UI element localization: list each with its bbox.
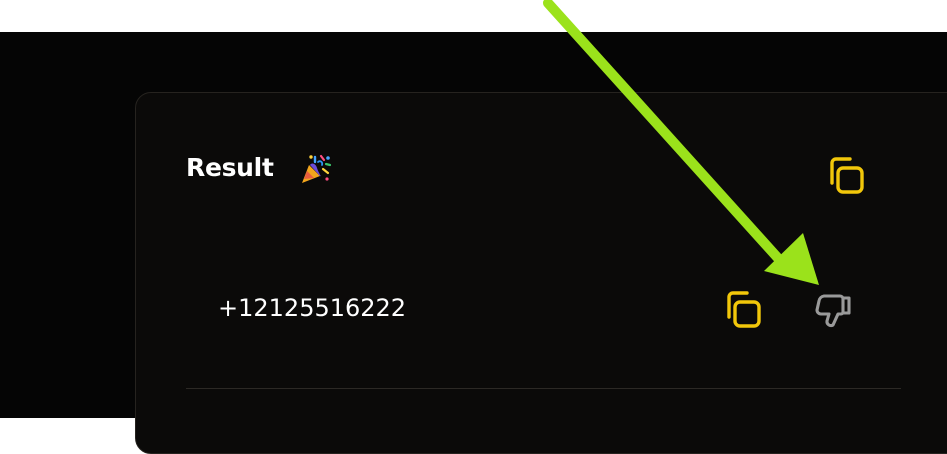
thumbs-down-button[interactable]	[808, 286, 858, 336]
copy-result-button[interactable]	[819, 152, 869, 202]
copy-icon	[830, 157, 864, 194]
result-card: Result +12125516222	[135, 92, 947, 454]
copy-phone-number-button[interactable]	[716, 286, 766, 336]
party-popper-icon	[302, 154, 332, 183]
top-white-strip	[0, 0, 947, 32]
thumbs-down-icon	[815, 294, 851, 328]
copy-icon	[727, 291, 761, 328]
phone-number-value: +12125516222	[218, 294, 407, 322]
result-row: +12125516222	[186, 283, 901, 389]
result-title: Result	[186, 153, 274, 182]
